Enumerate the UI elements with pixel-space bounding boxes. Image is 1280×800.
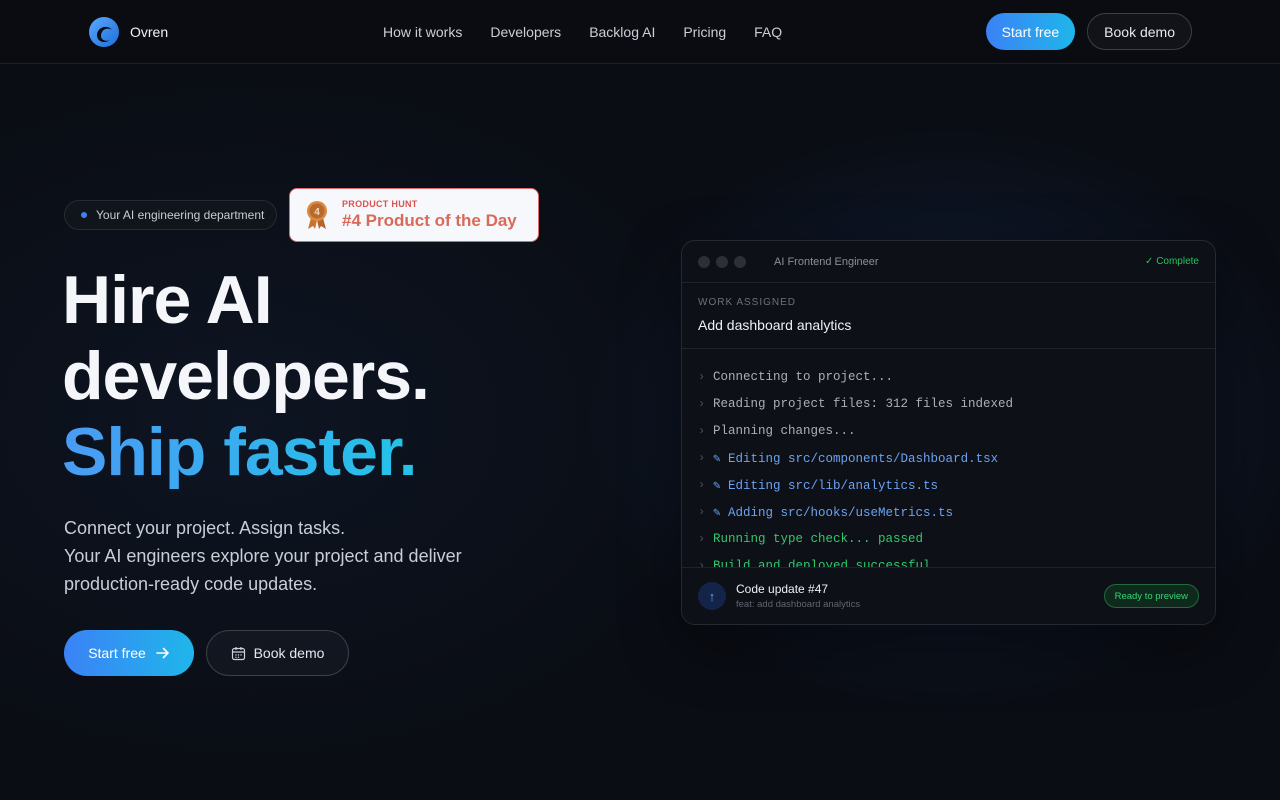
nav-link-developers[interactable]: Developers — [490, 24, 561, 40]
nav-link-faq[interactable]: FAQ — [754, 24, 782, 40]
calendar-icon — [231, 646, 245, 660]
console-log: › Connecting to project... › Reading proje… — [682, 349, 1215, 570]
subtitle-line-2: Your AI engineers explore your project a… — [64, 546, 462, 566]
chevron-right-icon: › — [698, 450, 706, 465]
hero-cta: Start free Book demo — [64, 630, 349, 676]
product-hunt-badge[interactable]: 4 PRODUCT HUNT #4 Product of the Day — [289, 188, 539, 242]
hero-start-free-label: Start free — [88, 645, 146, 661]
nav-start-free-button[interactable]: Start free — [985, 13, 1076, 50]
hero-subtitle: Connect your project. Assign tasks. Your… — [64, 514, 484, 598]
hero-book-demo-label: Book demo — [253, 645, 325, 661]
code-update-subtitle: feat: add dashboard analytics — [736, 599, 861, 610]
ready-to-preview-badge[interactable]: Ready to preview — [1103, 584, 1199, 608]
nav-link-pricing[interactable]: Pricing — [683, 24, 726, 40]
nav-book-demo-button[interactable]: Book demo — [1087, 13, 1192, 50]
hero-book-demo-button[interactable]: Book demo — [206, 630, 349, 676]
code-update-info: Code update #47 feat: add dashboard anal… — [736, 582, 860, 610]
console-footer: ↑ Code update #47 feat: add dashboard an… — [682, 567, 1215, 624]
log-line: › ✎ Editing src/lib/analytics.ts — [698, 477, 939, 493]
nav-link-how-it-works[interactable]: How it works — [383, 24, 462, 40]
log-line: › ✎ Adding src/hooks/useMetrics.ts — [698, 504, 954, 520]
log-line: › Planning changes... — [698, 423, 856, 438]
console-header: AI Frontend Engineer ✓ Complete — [682, 241, 1215, 283]
top-nav: Ovren How it works Developers Backlog AI… — [0, 0, 1280, 64]
tagline-text: Your AI engineering department — [96, 208, 265, 222]
work-label: WORK ASSIGNED — [698, 297, 797, 308]
arrow-right-icon — [155, 647, 169, 659]
chevron-right-icon: › — [698, 531, 706, 546]
brand[interactable]: Ovren — [88, 16, 168, 48]
work-assigned: WORK ASSIGNED Add dashboard analytics — [682, 283, 1215, 349]
ai-engineer-console: AI Frontend Engineer ✓ Complete WORK ASS… — [681, 240, 1216, 625]
headline-line-2: developers. — [62, 338, 430, 414]
log-line: › ✎ Editing src/components/Dashboard.tsx — [698, 450, 999, 466]
console-status: ✓ Complete — [1145, 256, 1199, 267]
brand-name: Ovren — [130, 24, 169, 40]
product-hunt-text: PRODUCT HUNT #4 Product of the Day — [342, 199, 517, 231]
nav-links: How it works Developers Backlog AI Prici… — [383, 0, 782, 64]
window-dot-icon — [698, 255, 710, 268]
subtitle-line-3: production-ready code updates. — [64, 574, 318, 594]
log-line: › Connecting to project... — [698, 369, 894, 384]
window-controls — [698, 255, 746, 268]
medal-icon: 4 — [307, 201, 327, 229]
headline-line-1: Hire AI — [62, 262, 273, 338]
pill-dot-icon — [81, 212, 87, 218]
chevron-right-icon: › — [698, 396, 706, 411]
log-line: › Reading project files: 312 files indexe… — [698, 396, 1014, 411]
chevron-right-icon: › — [698, 369, 706, 384]
window-dot-icon — [734, 255, 746, 268]
ovren-logo-icon — [89, 17, 119, 47]
nav-link-backlog-ai[interactable]: Backlog AI — [589, 24, 655, 40]
medal-rank: 4 — [314, 207, 320, 218]
hero-headline: Hire AI developers. Ship faster. — [62, 262, 430, 490]
nav-cta: Start free Book demo — [985, 13, 1192, 50]
code-update-title: Code update #47 — [736, 582, 829, 596]
arrow-up-icon: ↑ — [698, 582, 726, 610]
chevron-right-icon: › — [698, 423, 706, 438]
headline-line-3: Ship faster. — [62, 414, 418, 490]
log-line: › Running type check... passed — [698, 531, 924, 546]
console-title: AI Frontend Engineer — [774, 255, 879, 268]
product-hunt-label: PRODUCT HUNT — [342, 199, 418, 209]
tagline-pill: Your AI engineering department — [64, 200, 277, 230]
chevron-right-icon: › — [698, 477, 706, 492]
work-title: Add dashboard analytics — [698, 317, 852, 333]
product-hunt-title: #4 Product of the Day — [342, 211, 517, 230]
subtitle-line-1: Connect your project. Assign tasks. — [64, 518, 346, 538]
window-dot-icon — [716, 255, 728, 268]
chevron-right-icon: › — [698, 504, 706, 519]
hero-start-free-button[interactable]: Start free — [64, 630, 194, 676]
